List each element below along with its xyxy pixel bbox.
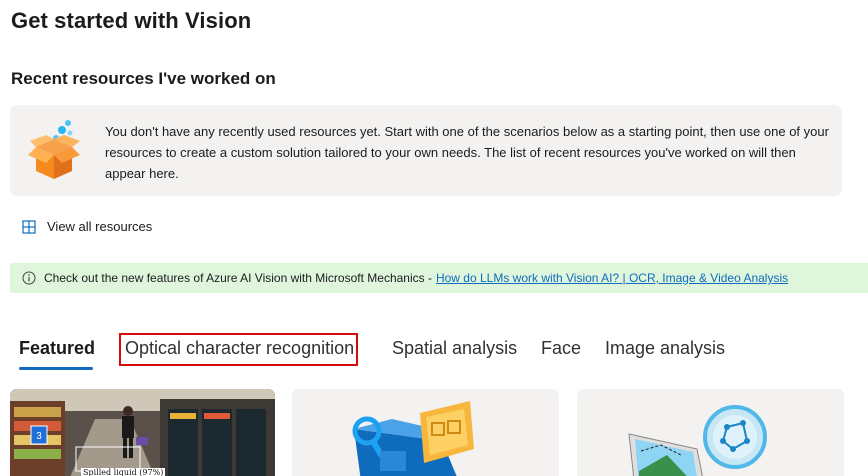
- store-aisle-photo: 3: [10, 389, 275, 476]
- ocr-tab-highlight-box: [119, 333, 358, 366]
- recent-resources-heading: Recent resources I've worked on: [11, 69, 276, 88]
- ocr-illustration: [352, 401, 474, 476]
- empty-state-message: You don't have any recently used resourc…: [105, 124, 829, 181]
- open-box-icon: [26, 117, 90, 187]
- tab-featured[interactable]: Featured: [19, 338, 95, 359]
- active-tab-indicator: [19, 367, 93, 370]
- scenario-card-image-analysis[interactable]: [577, 389, 844, 476]
- info-icon: [22, 271, 36, 285]
- tab-spatial-analysis[interactable]: Spatial analysis: [392, 338, 517, 359]
- view-all-resources-link[interactable]: View all resources: [22, 219, 152, 234]
- page-title: Get started with Vision: [11, 8, 252, 33]
- detection-caption: Spilled liquid (97%): [81, 468, 166, 476]
- scenario-card-ocr[interactable]: [292, 389, 559, 476]
- announcement-banner: Check out the new features of Azure AI V…: [10, 263, 868, 293]
- banner-link[interactable]: How do LLMs work with Vision AI? | OCR, …: [436, 271, 788, 285]
- aisle-marker: 3: [36, 431, 42, 442]
- grid-icon: [22, 219, 36, 234]
- tab-face[interactable]: Face: [541, 338, 581, 359]
- banner-text: Check out the new features of Azure AI V…: [44, 271, 432, 285]
- image-analysis-illustration: [628, 405, 767, 476]
- vision-studio-page: Get started with Vision Recent resources…: [0, 0, 868, 476]
- view-all-resources-label: View all resources: [47, 219, 153, 234]
- tab-image-analysis[interactable]: Image analysis: [605, 338, 725, 359]
- scenario-card-store-aisle[interactable]: 3 Spilled liquid (97%): [10, 389, 275, 476]
- recent-resources-empty-state: You don't have any recently used resourc…: [10, 105, 842, 196]
